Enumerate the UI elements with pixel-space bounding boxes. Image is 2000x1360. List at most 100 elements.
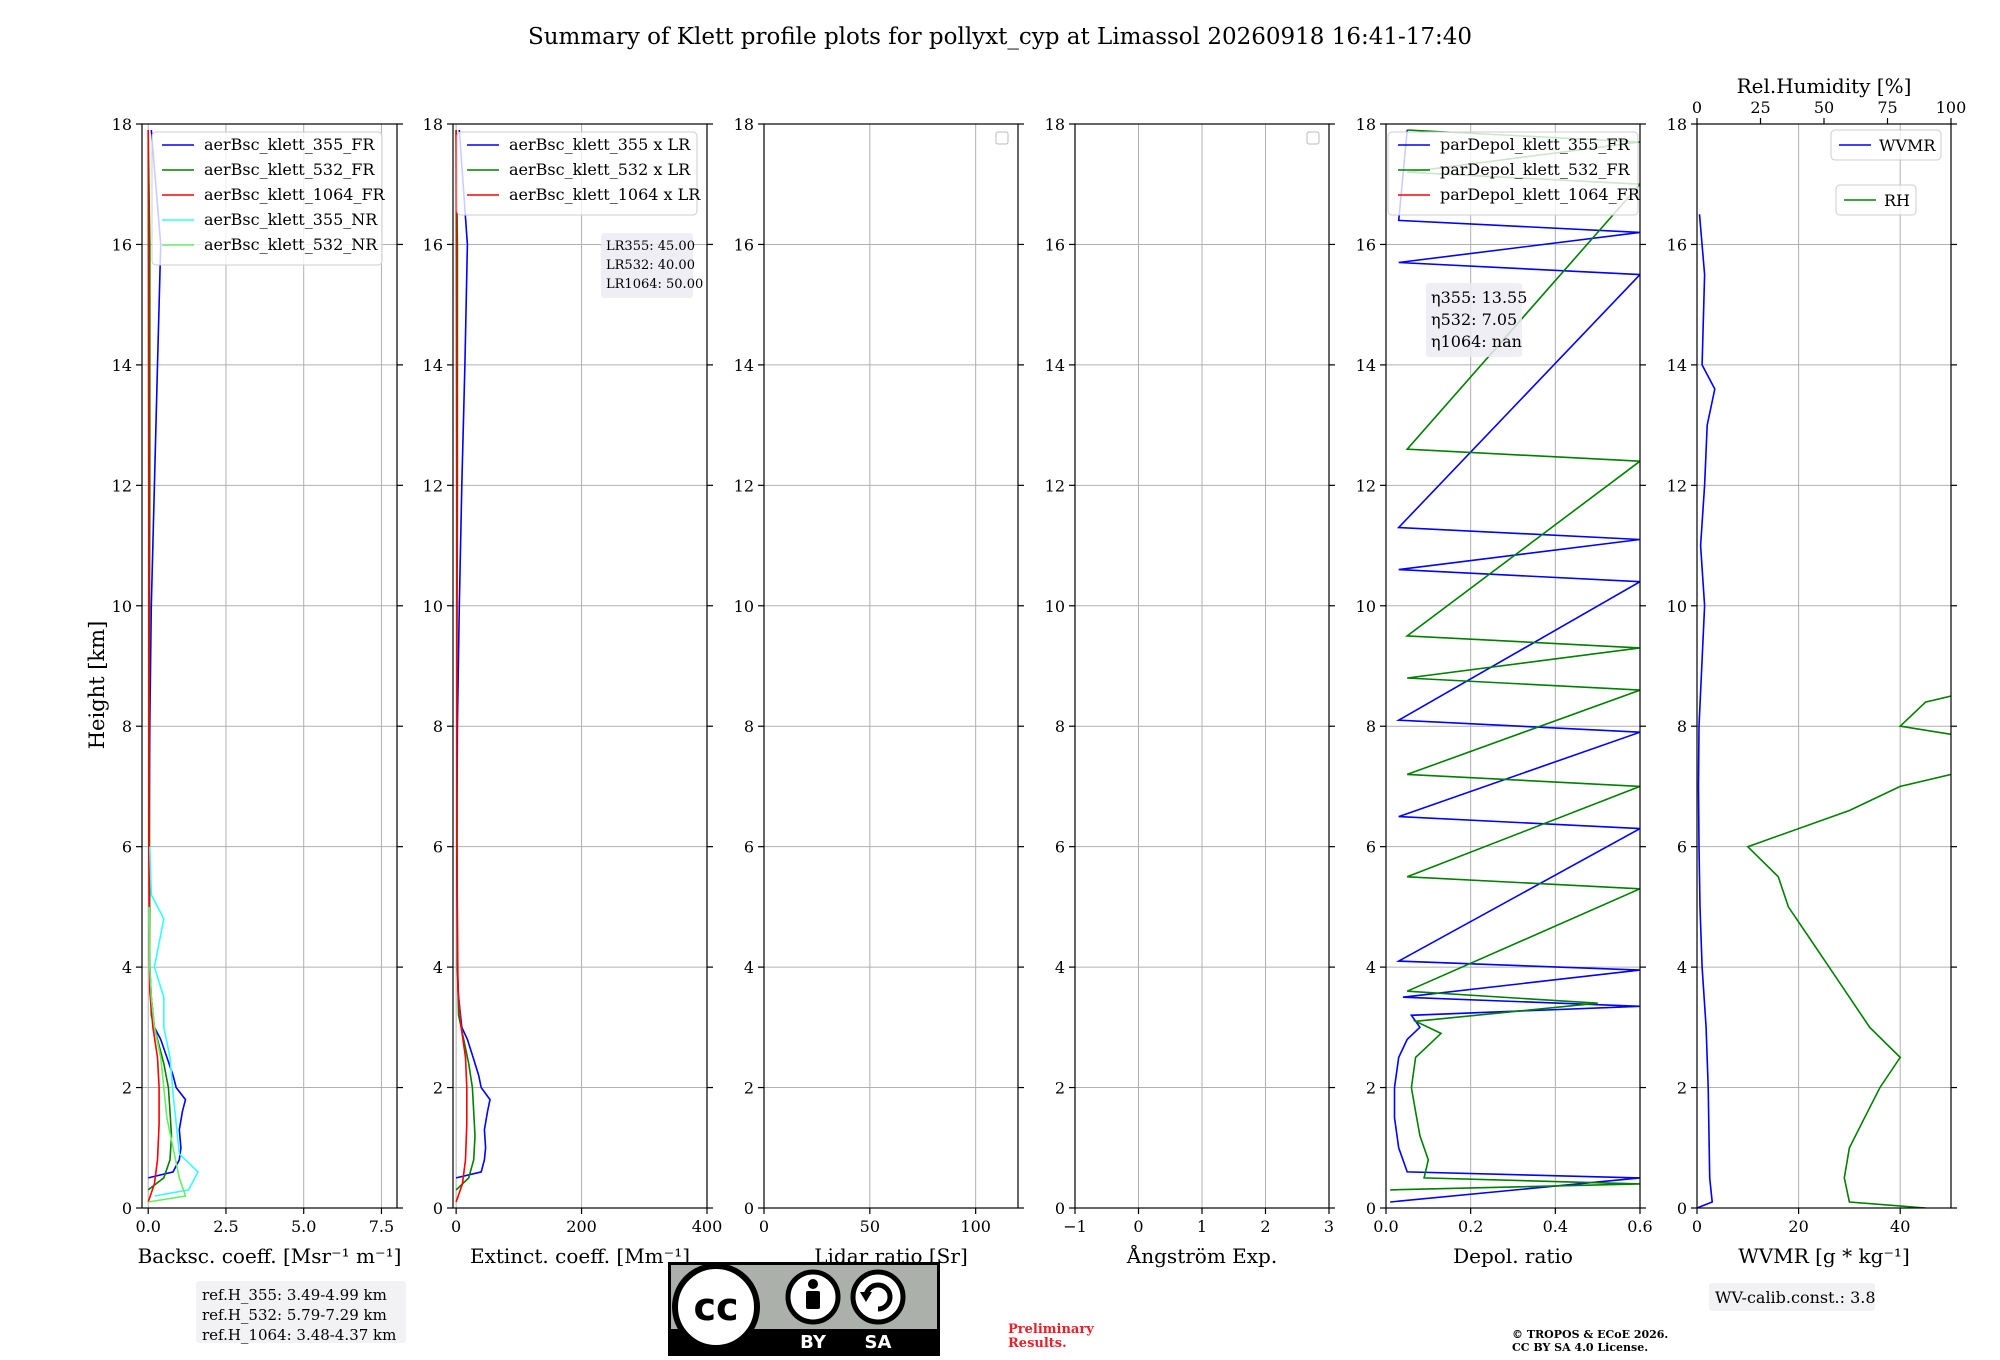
empty-legend-box bbox=[1306, 131, 1320, 145]
ytick-label-4: 8 bbox=[122, 717, 132, 736]
ytick-label-9: 18 bbox=[112, 115, 132, 134]
annotation-2: η1064: nan bbox=[1431, 332, 1522, 351]
wv-calib-box: WV-calib.const.: 3.8 bbox=[1709, 1283, 1876, 1311]
legend-entry-1: aerBsc_klett_532_FR bbox=[204, 160, 375, 179]
cc-by-sa-logo: cc BY SA bbox=[668, 1262, 940, 1356]
empty-legend-box bbox=[995, 131, 1009, 145]
xtick-label-2: 100 bbox=[960, 1217, 991, 1236]
ytick-label-2: 4 bbox=[433, 958, 443, 977]
panel-5: 0 2 4 6 8 10 12 14 16 18 0.0 0.2 0.4 0.6 Depol. ratio p… bbox=[1356, 115, 1653, 1268]
ytick-label-9: 18 bbox=[1045, 115, 1065, 134]
refh-355: ref.H_355: 3.49-4.99 km bbox=[202, 1286, 387, 1304]
ytick-label-4: 8 bbox=[433, 717, 443, 736]
refh-1064: ref.H_1064: 3.48-4.37 km bbox=[202, 1326, 396, 1344]
copyright-line-2: CC BY SA 4.0 License. bbox=[1512, 1341, 1648, 1354]
figure-title: Summary of Klett profile plots for polly… bbox=[528, 24, 1472, 50]
legend-entry-0: WVMR bbox=[1879, 136, 1936, 155]
x-axis-label: Extinct. coeff. [Mm⁻¹] bbox=[470, 1244, 690, 1268]
ytick-label-2: 4 bbox=[744, 958, 754, 977]
preliminary-line-2: Results. bbox=[1008, 1336, 1067, 1351]
legend-entry-0: aerBsc_klett_355 x LR bbox=[509, 135, 691, 154]
xtick-label-1: 0.2 bbox=[1458, 1217, 1483, 1236]
x-axis-label: Ångström Exp. bbox=[1126, 1243, 1277, 1268]
ytick-label-0: 0 bbox=[1055, 1199, 1065, 1218]
legend-entry-2: parDepol_klett_1064_FR bbox=[1440, 185, 1641, 204]
ytick-label-9: 18 bbox=[734, 115, 754, 134]
ytick-label-8: 16 bbox=[734, 235, 754, 254]
klett-summary-figure: Summary of Klett profile plots for polly… bbox=[85, 24, 1967, 1356]
ytick-label-3: 6 bbox=[1366, 838, 1376, 857]
xtick-label-1: 0 bbox=[1133, 1217, 1143, 1236]
svg-text:cc: cc bbox=[693, 1285, 738, 1329]
ytick-label-7: 14 bbox=[734, 356, 754, 375]
ytick-label-3: 6 bbox=[433, 838, 443, 857]
ytick-label-2: 4 bbox=[1366, 958, 1376, 977]
ytick-label-6: 12 bbox=[734, 476, 754, 495]
xtick-label-2: 5.0 bbox=[291, 1217, 316, 1236]
annotation-1: η532: 7.05 bbox=[1431, 310, 1517, 329]
legend: aerBsc_klett_355 x LR aerBsc_klett_532 x … bbox=[456, 131, 701, 216]
ytick-label-4: 8 bbox=[1055, 717, 1065, 736]
series-RH bbox=[1746, 695, 1951, 1208]
ytick-label-9: 18 bbox=[1356, 115, 1376, 134]
xtick-label-3: 0.6 bbox=[1627, 1217, 1652, 1236]
ytick-label-1: 2 bbox=[744, 1079, 754, 1098]
cc-by-label: BY bbox=[800, 1332, 827, 1353]
preliminary-line-1: Preliminary bbox=[1008, 1322, 1094, 1337]
xtick-label-0: 0.0 bbox=[135, 1217, 160, 1236]
x-axis-label: Backsc. coeff. [Msr⁻¹ m⁻¹] bbox=[138, 1244, 402, 1268]
ytick-label-0: 0 bbox=[433, 1199, 443, 1218]
panels: 0246810121416180.0 2.5 5.0 7.5Backsc. coeff… bbox=[112, 74, 1967, 1268]
series-aerBsc_klett_355_NR bbox=[149, 846, 199, 1197]
ytick-label-7: 14 bbox=[1356, 356, 1376, 375]
top-xtick-label-2: 50 bbox=[1814, 98, 1834, 117]
top-xtick-label-0: 0 bbox=[1692, 98, 1702, 117]
annotation-1: LR532: 40.00 bbox=[606, 258, 695, 273]
ytick-label-7: 14 bbox=[423, 356, 443, 375]
ytick-label-5: 10 bbox=[1356, 597, 1376, 616]
legend-entry-0: aerBsc_klett_355_FR bbox=[204, 135, 375, 154]
annotation-box: LR355: 45.00 LR532: 40.00 LR1064: 50.00 bbox=[601, 233, 703, 298]
ytick-label-2: 4 bbox=[1055, 958, 1065, 977]
ytick-label-5: 10 bbox=[734, 597, 754, 616]
ytick-label-4: 8 bbox=[744, 717, 754, 736]
sa-share-alike-icon bbox=[850, 1269, 906, 1325]
ytick-label-0: 0 bbox=[1677, 1199, 1687, 1218]
ytick-label-6: 12 bbox=[423, 476, 443, 495]
legend-entry-4: aerBsc_klett_532_NR bbox=[204, 235, 378, 254]
axes-frame bbox=[763, 123, 1019, 1209]
ytick-label-1: 2 bbox=[1055, 1079, 1065, 1098]
ytick-label-9: 18 bbox=[1667, 115, 1687, 134]
legend-entry-2: aerBsc_klett_1064_FR bbox=[204, 185, 386, 204]
legend: aerBsc_klett_355_FR aerBsc_klett_532_FRae… bbox=[151, 131, 386, 266]
ytick-label-6: 12 bbox=[1045, 476, 1065, 495]
panel-6: 0 2 4 6 8 10 12 14 16 18 0 20 40 WVMR [g * kg⁻¹] 0 25 50… bbox=[1667, 74, 1967, 1268]
panel-3: 0246810121416180 50 100Lidar ratio [Sr] bbox=[734, 115, 1024, 1268]
ytick-label-7: 14 bbox=[1045, 356, 1065, 375]
top-x-axis-label: Rel.Humidity [%] bbox=[1737, 74, 1912, 98]
ytick-label-1: 2 bbox=[1677, 1079, 1687, 1098]
ytick-label-3: 6 bbox=[1055, 838, 1065, 857]
ytick-label-6: 12 bbox=[1667, 476, 1687, 495]
legend-entry-1: RH bbox=[1884, 191, 1910, 210]
wv-calib-const: WV-calib.const.: 3.8 bbox=[1715, 1288, 1876, 1307]
xtick-label-2: 40 bbox=[1890, 1217, 1910, 1236]
ytick-label-4: 8 bbox=[1677, 717, 1687, 736]
ytick-label-6: 12 bbox=[1356, 476, 1376, 495]
annotation-box: η355: 13.55 η532: 7.05 η1064: nan bbox=[1426, 283, 1527, 357]
cc-sa-label: SA bbox=[865, 1332, 892, 1353]
xtick-label-0: 0 bbox=[451, 1217, 461, 1236]
ytick-label-1: 2 bbox=[433, 1079, 443, 1098]
ytick-label-7: 14 bbox=[112, 356, 132, 375]
ytick-label-3: 6 bbox=[744, 838, 754, 857]
ytick-label-9: 18 bbox=[423, 115, 443, 134]
xtick-label-3: 7.5 bbox=[369, 1217, 394, 1236]
ytick-label-8: 16 bbox=[1045, 235, 1065, 254]
panel-4: 024681012141618−1 0 1 2 3Ångström Exp. bbox=[1045, 115, 1335, 1268]
ytick-label-8: 16 bbox=[423, 235, 443, 254]
panel-2: 0 2 4 6 8 10 12 14 16 18 0 200 400Extinct. coeff. [M… bbox=[423, 115, 723, 1268]
annotation-0: η355: 13.55 bbox=[1431, 288, 1527, 307]
legend-entry-1: aerBsc_klett_532 x LR bbox=[509, 160, 691, 179]
legend-entry-2: aerBsc_klett_1064 x LR bbox=[509, 185, 701, 204]
reference-heights-box: ref.H_355: 3.49-4.99 km ref.H_532: 5.79-… bbox=[196, 1281, 406, 1344]
